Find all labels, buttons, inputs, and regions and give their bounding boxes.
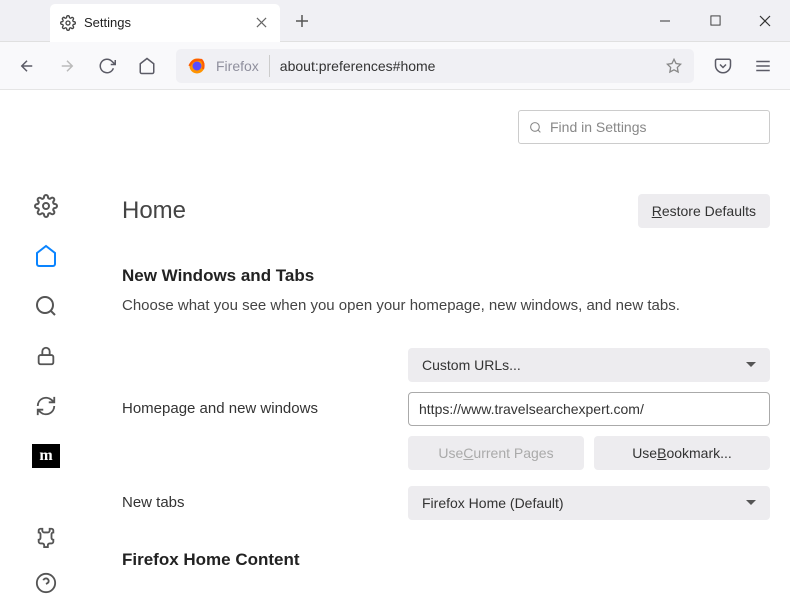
settings-search-input[interactable]: Find in Settings [518, 110, 770, 144]
forward-button[interactable] [50, 49, 84, 83]
gear-icon [60, 15, 76, 31]
homepage-mode-select[interactable]: Custom URLs... [408, 348, 770, 382]
titlebar: Settings [0, 0, 790, 42]
url-text: about:preferences#home [280, 58, 666, 74]
sidebar-item-privacy[interactable] [34, 344, 58, 368]
newtabs-select[interactable]: Firefox Home (Default) [408, 486, 770, 520]
sidebar-item-general[interactable] [34, 194, 58, 218]
new-tab-button[interactable] [288, 7, 316, 35]
minimize-button[interactable] [640, 0, 690, 42]
newtabs-label: New tabs [122, 494, 185, 511]
sidebar-item-more[interactable]: m [32, 444, 60, 468]
sidebar-item-extensions[interactable] [34, 525, 58, 549]
restore-defaults-button[interactable]: RRestore Defaultsestore Defaults [638, 194, 770, 228]
tab-close-button[interactable] [252, 14, 270, 32]
url-separator [269, 55, 270, 77]
sidebar-item-sync[interactable] [34, 394, 58, 418]
use-bookmark-button[interactable]: Use Bookmark... [594, 436, 770, 470]
url-bar[interactable]: Firefox about:preferences#home [176, 49, 694, 83]
section-new-windows-title: New Windows and Tabs [122, 266, 770, 286]
search-placeholder: Find in Settings [550, 119, 647, 135]
close-window-button[interactable] [740, 0, 790, 42]
sidebar-item-help[interactable] [34, 571, 58, 595]
menu-button[interactable] [746, 49, 780, 83]
bookmark-star-icon[interactable] [666, 58, 682, 74]
page-title: Home [122, 197, 186, 225]
window-controls [640, 0, 790, 42]
maximize-button[interactable] [690, 0, 740, 42]
sidebar: m [0, 90, 92, 613]
home-button[interactable] [130, 49, 164, 83]
url-context: Firefox [216, 58, 259, 74]
sidebar-item-home[interactable] [34, 244, 58, 268]
content-area: m Find in Settings Home RRestore Default… [0, 90, 790, 613]
tab-title: Settings [84, 15, 252, 30]
pocket-button[interactable] [706, 49, 740, 83]
section-firefox-home-content: Firefox Home Content [122, 550, 770, 570]
homepage-url-input[interactable]: https://www.travelsearchexpert.com/ [408, 392, 770, 426]
use-current-pages-button[interactable]: Use Current Pages [408, 436, 584, 470]
section-description: Choose what you see when you open your h… [122, 296, 770, 316]
sidebar-item-search[interactable] [34, 294, 58, 318]
main-pane: Find in Settings Home RRestore Defaultse… [92, 90, 790, 613]
browser-tab[interactable]: Settings [50, 4, 280, 42]
homepage-label: Homepage and new windows [122, 400, 318, 417]
firefox-icon [188, 57, 206, 75]
nav-toolbar: Firefox about:preferences#home [0, 42, 790, 90]
reload-button[interactable] [90, 49, 124, 83]
back-button[interactable] [10, 49, 44, 83]
search-icon [529, 121, 542, 134]
